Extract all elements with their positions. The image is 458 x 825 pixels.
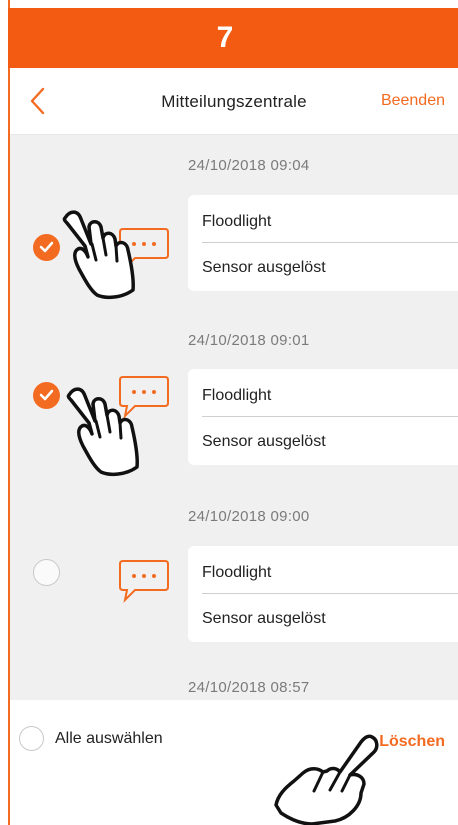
notification-title: Floodlight — [202, 564, 272, 581]
timestamp: 24/10/2018 09:04 — [188, 157, 310, 174]
card-divider — [202, 416, 458, 417]
pointing-hand-icon — [274, 734, 379, 825]
pointing-hand-icon — [66, 387, 139, 477]
select-all-radio[interactable] — [19, 726, 44, 751]
notification-subtitle: Sensor ausgelöst — [202, 259, 326, 276]
notification-card[interactable]: Floodlight Sensor ausgelöst — [188, 195, 458, 291]
card-divider — [202, 242, 458, 243]
step-indicator: 7 — [8, 8, 458, 68]
step-number: 7 — [216, 21, 234, 54]
timestamp: 24/10/2018 09:00 — [188, 508, 310, 525]
checkmark-icon — [39, 389, 54, 401]
navigation-header: Mitteilungszentrale Beenden — [10, 68, 458, 135]
select-all-label[interactable]: Alle auswählen — [55, 730, 163, 748]
timestamp: 24/10/2018 09:01 — [188, 332, 310, 349]
notification-subtitle: Sensor ausgelöst — [202, 433, 326, 450]
selection-checkbox-checked[interactable] — [33, 382, 60, 409]
timestamp: 24/10/2018 08:57 — [188, 679, 310, 696]
pointing-hand-icon — [62, 210, 135, 300]
checkmark-icon — [39, 241, 54, 253]
notification-card[interactable]: Floodlight Sensor ausgelöst — [188, 369, 458, 465]
delete-button[interactable]: Löschen — [379, 733, 445, 751]
selection-checkbox-unchecked[interactable] — [33, 559, 60, 586]
notification-subtitle: Sensor ausgelöst — [202, 610, 326, 627]
notification-title: Floodlight — [202, 387, 272, 404]
message-bubble-icon — [119, 560, 169, 603]
bottom-action-bar: Alle auswählen Löschen — [10, 700, 458, 825]
selection-checkbox-checked[interactable] — [33, 234, 60, 261]
notification-title: Floodlight — [202, 213, 272, 230]
card-divider — [202, 593, 458, 594]
done-button[interactable]: Beenden — [381, 92, 445, 110]
notification-card[interactable]: Floodlight Sensor ausgelöst — [188, 546, 458, 642]
